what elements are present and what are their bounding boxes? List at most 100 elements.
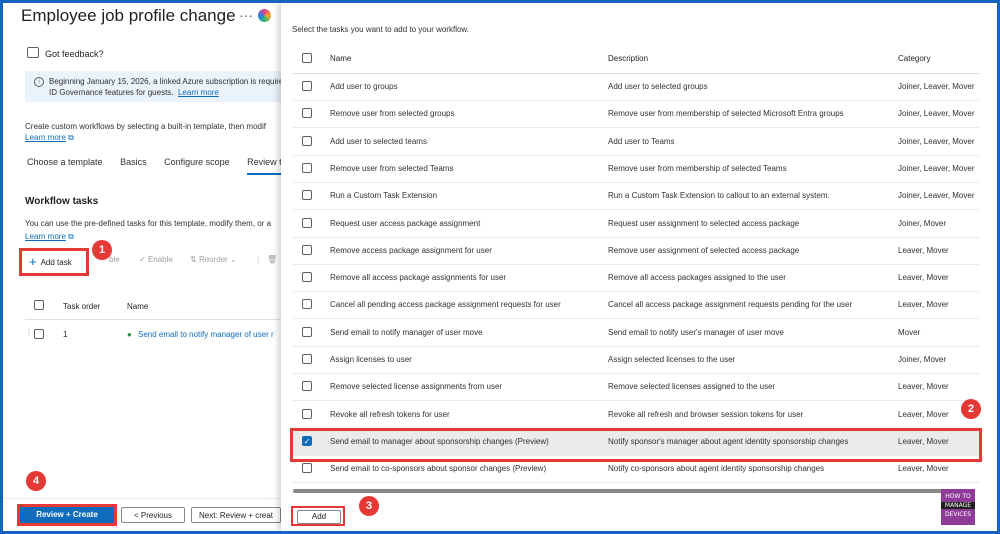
row-checkbox[interactable]	[302, 408, 312, 419]
tab-configure-scope[interactable]: Configure scope	[164, 157, 230, 167]
task-row[interactable]: Add user to groups Add user to selected g…	[292, 73, 980, 101]
task-name-cell: Remove selected license assignments from…	[330, 382, 503, 392]
chevron-down-icon: ⌄	[230, 255, 237, 264]
task-row[interactable]: Revoke all refresh tokens for user Revoke…	[292, 401, 980, 429]
task-description-cell: Run a Custom Task Extension to callout t…	[608, 191, 830, 201]
task-category-cell: Leaver, Mover	[898, 464, 949, 474]
task-name-cell: Revoke all refresh tokens for user	[330, 409, 450, 419]
task-row[interactable]: Cancel all pending access package assign…	[292, 291, 980, 320]
drag-handle-icon[interactable]: ⋮	[25, 328, 33, 337]
task-name-cell: Remove user from selected groups	[330, 109, 455, 119]
task-row[interactable]: Remove all access package assignments fo…	[292, 264, 980, 293]
task-row[interactable]: Send email to notify manager of user mov…	[292, 319, 980, 347]
task-row[interactable]: Request user access package assignment Re…	[292, 210, 980, 238]
copilot-icon[interactable]	[258, 9, 271, 22]
task-name-link[interactable]: Send email to notify manager of user r	[138, 330, 274, 339]
task-row[interactable]: Remove selected license assignments from…	[292, 373, 980, 402]
column-task-order: Task order	[63, 302, 101, 311]
task-name-cell: Send email to co-sponsors about sponsor …	[330, 464, 547, 474]
info-banner: i Beginning January 15, 2026, a linked A…	[25, 71, 292, 102]
task-row[interactable]: Remove user from selected Teams Remove us…	[292, 155, 980, 183]
feedback-link[interactable]: Got feedback?	[27, 47, 104, 59]
tab-choose-template[interactable]: Choose a template	[27, 157, 103, 167]
logo-line2: MANAGE	[941, 502, 975, 509]
task-description-cell: Remove selected licenses assigned to the…	[608, 382, 776, 392]
step-badge-3: 3	[359, 496, 379, 516]
task-order-cell: 1	[63, 330, 68, 339]
row-checkbox[interactable]	[302, 81, 312, 91]
row-checkbox[interactable]	[34, 329, 44, 339]
task-description-cell: Notify co-sponsors about agent identity …	[608, 464, 825, 474]
task-row[interactable]: Assign licenses to user Assign selected l…	[292, 346, 980, 374]
column-name: Name	[330, 54, 352, 63]
add-task-button[interactable]: + Add task	[19, 248, 89, 276]
row-checkbox[interactable]	[302, 272, 312, 283]
add-button-label: Add	[297, 510, 341, 524]
info-text-line1: Beginning January 15, 2026, a linked Azu…	[49, 77, 293, 86]
tab-basics[interactable]: Basics	[120, 157, 147, 167]
task-name-cell: Send email to manager about sponsorship …	[330, 436, 549, 446]
separator: |	[257, 255, 260, 264]
enable-button[interactable]: ✓ Enable	[139, 255, 173, 264]
row-checkbox[interactable]	[302, 190, 312, 201]
next-review-create-button[interactable]: Next: Review + creat	[191, 507, 281, 523]
row-checkbox[interactable]	[302, 162, 312, 173]
reorder-button[interactable]: ⇅ Reorder ⌄	[190, 255, 237, 264]
info-learn-more-link[interactable]: Learn more	[178, 88, 219, 97]
row-checkbox[interactable]	[302, 381, 312, 392]
task-name-cell: Remove all access package assignments fo…	[330, 273, 507, 283]
row-checkbox[interactable]	[302, 108, 312, 119]
task-description-cell: Add user to Teams	[608, 136, 675, 146]
task-row[interactable]: Remove user from selected groups Remove u…	[292, 100, 980, 129]
row-checkbox[interactable]	[302, 135, 312, 146]
task-name-cell: Remove access package assignment for use…	[330, 245, 492, 255]
task-row[interactable]: Add user to selected teams Add user to Te…	[292, 128, 980, 156]
column-name: Name	[127, 302, 149, 311]
add-tasks-panel: Select the tasks you want to add to your…	[281, 3, 997, 531]
add-button[interactable]: Add	[291, 506, 345, 526]
select-all-checkbox[interactable]	[302, 53, 312, 63]
task-name-cell: Remove user from selected Teams	[330, 163, 454, 173]
row-checkbox[interactable]	[302, 354, 312, 364]
description-learn-more-link[interactable]: Learn more	[25, 133, 66, 142]
review-create-button[interactable]: Review + Create	[17, 504, 117, 526]
workflow-tasks-description: You can use the pre-defined tasks for th…	[25, 217, 271, 243]
previous-button[interactable]: < Previous	[121, 507, 185, 523]
info-text-line2: ID Governance features for guests.	[49, 88, 174, 97]
description-text: Create custom workflows by selecting a b…	[25, 122, 266, 131]
disable-button[interactable]: ble	[109, 255, 120, 264]
step-badge-4: 4	[26, 471, 46, 491]
table-row[interactable]: ⋮ 1 ● Send email to notify manager of us…	[25, 325, 281, 345]
task-category-cell: Leaver, Mover	[898, 436, 949, 446]
row-checkbox[interactable]	[302, 299, 312, 310]
row-checkbox[interactable]	[302, 463, 312, 474]
task-row[interactable]: Remove access package assignment for use…	[292, 237, 980, 265]
task-row[interactable]: ✓ Send email to manager about sponsorship…	[292, 427, 980, 456]
delete-icon[interactable]: 🗑	[267, 255, 277, 264]
task-name-cell: Assign licenses to user	[330, 355, 412, 364]
task-row[interactable]: Send email to co-sponsors about sponsor …	[292, 455, 980, 484]
horizontal-scrollbar[interactable]	[293, 489, 973, 493]
external-link-icon: ⧉	[68, 232, 74, 241]
task-description-cell: Remove user from membership of selected …	[608, 109, 844, 119]
logo-line1: HOW TO	[945, 493, 971, 500]
more-options-icon[interactable]: ···	[239, 7, 253, 23]
enabled-status-icon: ●	[127, 330, 132, 339]
page-title: Employee job profile change	[21, 6, 236, 25]
wizard-tabs: Choose a template Basics Configure scope…	[27, 157, 306, 175]
task-description-cell: Assign selected licenses to the user	[608, 355, 736, 364]
select-all-checkbox[interactable]	[34, 300, 44, 310]
template-description: Create custom workflows by selecting a b…	[25, 121, 281, 143]
column-category: Category	[898, 54, 931, 63]
external-link-icon: ⧉	[68, 133, 74, 142]
row-checkbox[interactable]: ✓	[302, 435, 312, 446]
task-category-cell: Joiner, Leaver, Mover	[898, 163, 975, 173]
row-checkbox[interactable]	[302, 217, 312, 228]
workflow-editor-pane: Employee job profile change ··· Got feed…	[3, 3, 292, 531]
task-category-cell: Joiner, Mover	[898, 218, 947, 228]
step-badge-2: 2	[961, 399, 981, 419]
task-row[interactable]: Run a Custom Task Extension Run a Custom …	[292, 182, 980, 211]
row-checkbox[interactable]	[302, 244, 312, 255]
workflow-tasks-learn-more-link[interactable]: Learn more	[25, 232, 66, 241]
row-checkbox[interactable]	[302, 326, 312, 337]
